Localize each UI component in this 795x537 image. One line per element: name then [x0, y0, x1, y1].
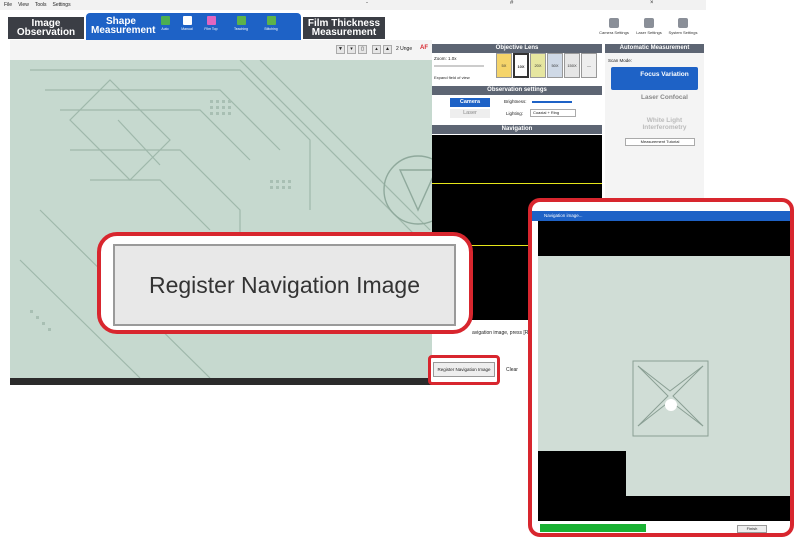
measurement-tutorial-button[interactable]: Measurement Tutorial — [625, 138, 695, 146]
laser-settings-icon — [644, 18, 654, 28]
z-range-label[interactable]: 2 Unge — [396, 46, 412, 52]
camera-status-strip — [10, 378, 432, 385]
subtab-manual[interactable]: Manual — [176, 16, 198, 36]
laser-confocal-label: Laser Confocal — [641, 94, 688, 101]
laser-settings-button[interactable]: Laser Settings — [632, 18, 666, 35]
stage-down-icon[interactable]: ▾ — [347, 45, 356, 54]
dialog-title: Navigation image... — [532, 211, 790, 221]
brightness-label: Brightness: — [504, 99, 527, 104]
camera-settings-icon — [609, 18, 619, 28]
auto-icon — [160, 16, 170, 25]
navigation-stitched-image — [538, 221, 790, 521]
minimize-button[interactable]: - — [366, 0, 368, 10]
film-top-icon — [206, 16, 216, 25]
stage-step-icon[interactable]: ▯ — [358, 45, 367, 54]
tab-shape-measurement-label: Shape Measurement — [91, 16, 156, 36]
camera-settings-label: Camera Settings — [599, 30, 629, 35]
lens-50x[interactable]: 50X — [547, 53, 563, 78]
objective-lens-header: Objective Lens — [432, 44, 602, 53]
lens-5x[interactable]: 5X — [496, 53, 512, 78]
menu-file[interactable]: File — [4, 2, 12, 8]
subtab-teaching[interactable]: Teaching — [230, 16, 252, 36]
brightness-slider[interactable] — [532, 101, 572, 103]
camera-toolbar: ▼ ▾ ▯ ▴ ▲ 2 Unge AF — [10, 40, 432, 60]
lens-20x[interactable]: 20X — [530, 53, 546, 78]
tab-film-thickness[interactable]: Film Thickness Measurement — [303, 17, 385, 39]
tab-shape-measurement[interactable]: Shape Measurement Auto Manual Film Top T… — [86, 13, 301, 40]
subtab-auto[interactable]: Auto — [154, 16, 176, 36]
subtab-stitching[interactable]: Stitching — [260, 16, 282, 36]
manual-icon — [182, 16, 192, 25]
menu-bar: File View Tools Settings — [0, 0, 706, 10]
observation-settings-header: Observation settings — [432, 86, 602, 95]
camera-settings-button[interactable]: Camera Settings — [597, 18, 631, 35]
subtab-stitching-label: Stitching — [264, 27, 278, 31]
focus-variation-label: Focus Variation — [640, 71, 689, 78]
menu-view[interactable]: View — [18, 2, 29, 8]
subtab-teaching-label: Teaching — [233, 27, 248, 31]
focus-variation-button[interactable]: Focus Variation — [611, 67, 698, 90]
capture-progress-bar — [540, 524, 646, 532]
stage-up-fast-icon[interactable]: ▲ — [383, 45, 392, 54]
lens-150x[interactable]: 150X — [564, 53, 580, 78]
white-light-button[interactable]: White Light Interferometry — [611, 113, 698, 136]
register-navigation-image-button[interactable]: Register Navigation Image — [433, 362, 495, 377]
current-position-marker — [665, 399, 677, 411]
menu-settings[interactable]: Settings — [53, 2, 71, 8]
subtab-manual-label: Manual — [181, 27, 193, 31]
stage-up-icon[interactable]: ▴ — [372, 45, 381, 54]
maximize-button[interactable]: # — [510, 0, 513, 10]
nav-guide-line-top — [432, 183, 602, 184]
subtab-film-top[interactable]: Film Top — [200, 16, 222, 36]
system-settings-button[interactable]: System Settings — [666, 18, 700, 35]
white-light-label: White Light Interferometry — [642, 117, 687, 131]
system-settings-label: System Settings — [668, 30, 698, 35]
scan-mode-label: Scan Mode: — [608, 58, 633, 63]
finish-button[interactable]: Finish — [737, 525, 767, 533]
automatic-measurement-header: Automatic Measurement — [605, 44, 704, 53]
laser-confocal-button[interactable]: Laser Confocal — [611, 90, 698, 113]
register-callout-button[interactable]: Register Navigation Image — [113, 244, 456, 326]
navigation-header: Navigation — [432, 125, 602, 134]
lighting-label: Lighting: — [506, 111, 524, 116]
zoom-slider[interactable] — [434, 65, 484, 67]
laser-mode-button[interactable]: Laser — [450, 109, 490, 118]
clear-button[interactable]: Clear — [506, 367, 518, 373]
tab-image-observation[interactable]: Image Observation — [8, 17, 84, 39]
close-button[interactable]: × — [650, 0, 654, 10]
laser-settings-label: Laser Settings — [636, 30, 662, 35]
camera-mode-button[interactable]: Camera — [450, 98, 490, 107]
lighting-select[interactable]: Coaxial + Ring — [530, 109, 576, 117]
zoom-label: Zoom: 1.0x — [434, 56, 457, 61]
subtab-auto-label: Auto — [161, 27, 169, 31]
mode-tab-bar: Image Observation Shape Measurement Auto… — [0, 10, 706, 40]
stitched-pattern — [632, 360, 709, 437]
autofocus-button[interactable]: AF — [420, 45, 428, 51]
navigation-image-dialog: Navigation image... Finish — [528, 198, 794, 537]
system-settings-icon — [678, 18, 688, 28]
stitching-icon — [266, 16, 276, 25]
expand-fov-checkbox[interactable]: Expand field of view — [434, 75, 470, 80]
subtab-film-top-label: Film Top — [204, 27, 218, 31]
navigation-hint-text: avigation image, press [R — [472, 330, 529, 336]
lens-10x[interactable]: 10X — [513, 53, 529, 78]
stage-down-fast-icon[interactable]: ▼ — [336, 45, 345, 54]
observation-settings-panel: Camera Laser Brightness: Lighting: Coaxi… — [432, 95, 602, 123]
lens-empty[interactable]: — — [581, 53, 597, 78]
teaching-icon — [236, 16, 246, 25]
menu-tools[interactable]: Tools — [35, 2, 47, 8]
